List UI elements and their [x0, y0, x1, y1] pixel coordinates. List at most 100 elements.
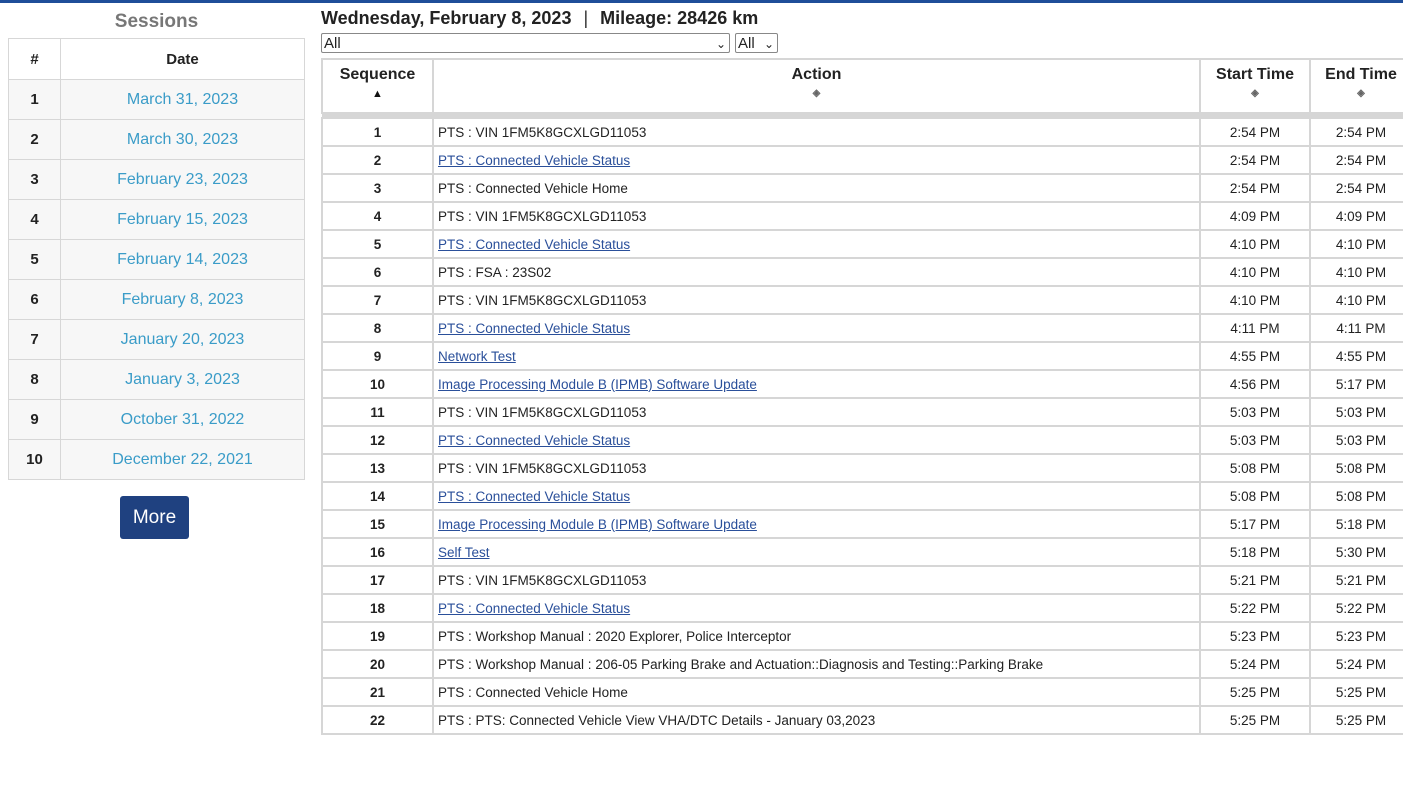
session-row[interactable]: 4 February 15, 2023: [8, 199, 305, 240]
sort-icon[interactable]: ◈: [1311, 88, 1403, 100]
end-time-cell: 5:18 PM: [1309, 509, 1403, 539]
end-time-cell: 5:03 PM: [1309, 425, 1403, 455]
end-time-cell: 5:21 PM: [1309, 565, 1403, 595]
action-link[interactable]: Network Test: [438, 349, 516, 364]
table-row: 20 PTS : Workshop Manual : 206-05 Parking…: [321, 649, 1403, 679]
session-date-link[interactable]: February 8, 2023: [60, 279, 305, 320]
action-link[interactable]: PTS : Connected Vehicle Status: [438, 433, 630, 448]
start-time-cell: 5:17 PM: [1199, 509, 1311, 539]
table-row: 19 PTS : Workshop Manual : 2020 Explorer,…: [321, 621, 1403, 651]
action-filter-value: All: [324, 35, 341, 52]
action-link[interactable]: PTS : Connected Vehicle Status: [438, 489, 630, 504]
action-text: PTS : FSA : 23S02: [438, 264, 552, 280]
end-time-cell: 5:24 PM: [1309, 649, 1403, 679]
sessions-header-num: #: [8, 38, 61, 80]
session-row[interactable]: 5 February 14, 2023: [8, 239, 305, 280]
table-row: 3 PTS : Connected Vehicle Home 2:54 PM 2:54…: [321, 173, 1403, 203]
session-number: 9: [8, 399, 61, 440]
session-row[interactable]: 9 October 31, 2022: [8, 399, 305, 440]
session-number: 2: [8, 119, 61, 160]
action-cell: PTS : Connected Vehicle Status: [432, 593, 1201, 623]
action-link[interactable]: Image Processing Module B (IPMB) Softwar…: [438, 377, 757, 392]
column-header-action[interactable]: Action ◈: [432, 58, 1201, 114]
table-row: 4 PTS : VIN 1FM5K8GCXLGD11053 4:09 PM 4:09 …: [321, 201, 1403, 231]
session-date-link[interactable]: December 22, 2021: [60, 439, 305, 480]
action-text: PTS : Workshop Manual : 206-05 Parking B…: [438, 656, 1044, 672]
start-time-cell: 4:56 PM: [1199, 369, 1311, 399]
session-number: 6: [8, 279, 61, 320]
session-row[interactable]: 2 March 30, 2023: [8, 119, 305, 160]
sequence-cell: 10: [321, 369, 434, 399]
session-row[interactable]: 1 March 31, 2023: [8, 79, 305, 120]
action-link[interactable]: PTS : Connected Vehicle Status: [438, 601, 630, 616]
session-date-link[interactable]: February 14, 2023: [60, 239, 305, 280]
start-time-cell: 5:24 PM: [1199, 649, 1311, 679]
action-cell: PTS : VIN 1FM5K8GCXLGD11053: [432, 565, 1201, 595]
action-cell: PTS : Workshop Manual : 2020 Explorer, P…: [432, 621, 1201, 651]
sequence-cell: 1: [321, 117, 434, 147]
table-row: 16 Self Test 5:18 PM 5:30 PM: [321, 537, 1403, 567]
session-row[interactable]: 6 February 8, 2023: [8, 279, 305, 320]
sort-icon[interactable]: ◈: [434, 88, 1199, 100]
action-cell: PTS : FSA : 23S02: [432, 257, 1201, 287]
action-link[interactable]: PTS : Connected Vehicle Status: [438, 321, 630, 336]
start-time-cell: 2:54 PM: [1199, 145, 1311, 175]
action-text: PTS : Connected Vehicle Home: [438, 180, 628, 196]
sequence-cell: 2: [321, 145, 434, 175]
session-date: Wednesday, February 8, 2023: [321, 8, 572, 28]
sort-icon[interactable]: ◈: [1201, 88, 1309, 100]
sequence-cell: 13: [321, 453, 434, 483]
session-date-link[interactable]: October 31, 2022: [60, 399, 305, 440]
action-link[interactable]: Self Test: [438, 545, 490, 560]
end-time-cell: 5:08 PM: [1309, 453, 1403, 483]
column-header-end-time[interactable]: End Time ◈: [1309, 58, 1403, 114]
session-date-link[interactable]: January 3, 2023: [60, 359, 305, 400]
action-link[interactable]: Image Processing Module B (IPMB) Softwar…: [438, 517, 757, 532]
more-button[interactable]: More: [119, 496, 190, 539]
session-row[interactable]: 3 February 23, 2023: [8, 159, 305, 200]
action-text: PTS : VIN 1FM5K8GCXLGD11053: [438, 460, 647, 476]
column-header-start-time[interactable]: Start Time ◈: [1199, 58, 1311, 114]
session-number: 5: [8, 239, 61, 280]
action-link[interactable]: PTS : Connected Vehicle Status: [438, 237, 630, 252]
action-text: PTS : PTS: Connected Vehicle View VHA/DT…: [438, 712, 876, 728]
end-time-cell: 5:23 PM: [1309, 621, 1403, 651]
action-cell: Image Processing Module B (IPMB) Softwar…: [432, 369, 1201, 399]
action-text: PTS : Workshop Manual : 2020 Explorer, P…: [438, 628, 792, 644]
sequence-cell: 19: [321, 621, 434, 651]
table-row: 18 PTS : Connected Vehicle Status 5:22 PM 5…: [321, 593, 1403, 623]
sessions-panel: Sessions # Date 1 March 31, 2023 2 March 30…: [8, 8, 305, 539]
sequence-cell: 8: [321, 313, 434, 343]
sort-ascending-icon[interactable]: ▲: [323, 88, 432, 100]
start-time-cell: 5:22 PM: [1199, 593, 1311, 623]
session-row[interactable]: 7 January 20, 2023: [8, 319, 305, 360]
sessions-title: Sessions: [114, 11, 199, 32]
start-time-cell: 5:03 PM: [1199, 425, 1311, 455]
session-row[interactable]: 8 January 3, 2023: [8, 359, 305, 400]
column-header-sequence[interactable]: Sequence ▲: [321, 58, 434, 114]
table-row: 2 PTS : Connected Vehicle Status 2:54 PM 2:…: [321, 145, 1403, 175]
start-time-cell: 2:54 PM: [1199, 173, 1311, 203]
action-filter-select[interactable]: All ⌄: [321, 33, 730, 53]
session-date-link[interactable]: February 15, 2023: [60, 199, 305, 240]
session-row[interactable]: 10 December 22, 2021: [8, 439, 305, 480]
end-time-cell: 4:55 PM: [1309, 341, 1403, 371]
session-date-link[interactable]: March 30, 2023: [60, 119, 305, 160]
action-text: PTS : VIN 1FM5K8GCXLGD11053: [438, 572, 647, 588]
table-row: 5 PTS : Connected Vehicle Status 4:10 PM 4:…: [321, 229, 1403, 259]
session-date-link[interactable]: March 31, 2023: [60, 79, 305, 120]
top-accent-bar: [0, 0, 1403, 3]
end-time-cell: 5:17 PM: [1309, 369, 1403, 399]
action-cell: PTS : VIN 1FM5K8GCXLGD11053: [432, 201, 1201, 231]
sequence-cell: 11: [321, 397, 434, 427]
type-filter-select[interactable]: All ⌄: [735, 33, 778, 53]
main-panel: Wednesday, February 8, 2023 | Mileage: 284…: [321, 5, 1403, 735]
start-time-cell: 2:54 PM: [1199, 117, 1311, 147]
table-row: 8 PTS : Connected Vehicle Status 4:11 PM 4:…: [321, 313, 1403, 343]
start-time-cell: 5:08 PM: [1199, 481, 1311, 511]
action-cell: PTS : VIN 1FM5K8GCXLGD11053: [432, 285, 1201, 315]
session-date-link[interactable]: January 20, 2023: [60, 319, 305, 360]
action-link[interactable]: PTS : Connected Vehicle Status: [438, 153, 630, 168]
session-date-link[interactable]: February 23, 2023: [60, 159, 305, 200]
sessions-table: # Date 1 March 31, 2023 2 March 30, 2023 3 Fe…: [8, 38, 305, 480]
